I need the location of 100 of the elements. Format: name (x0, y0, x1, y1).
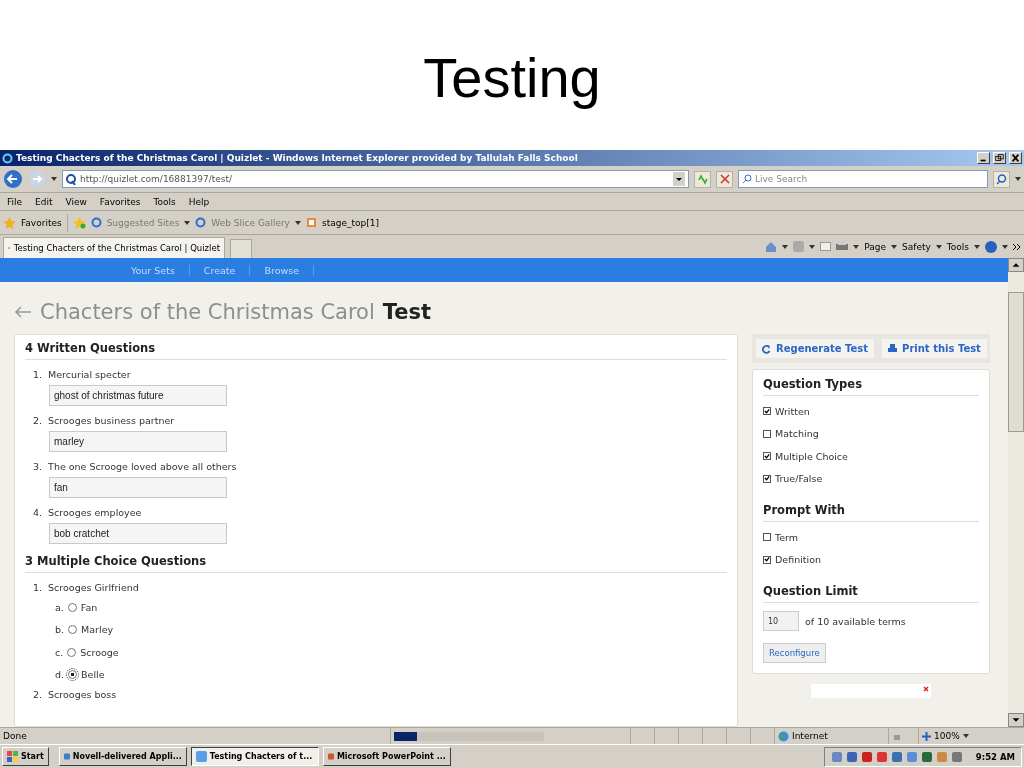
print-icon (888, 344, 898, 353)
checkbox[interactable] (763, 407, 771, 416)
slide-title: Testing (422, 44, 602, 111)
radio-button[interactable] (67, 647, 77, 657)
question-number: 1. (33, 369, 43, 380)
start-button[interactable]: Start (2, 747, 49, 766)
windows-flag-icon (7, 751, 18, 762)
close-icon (719, 174, 730, 184)
caret-icon (184, 220, 191, 225)
checkbox[interactable] (763, 555, 771, 564)
taskbar-button[interactable]: Testing Chacters of t... (190, 747, 319, 766)
answer-field[interactable]: bob cratchet (49, 523, 227, 544)
star-icon (3, 216, 16, 229)
address-field[interactable]: http://quizlet.com/16881397/test/ (62, 170, 689, 188)
taskbar-button[interactable]: Novell-delivered Appli... (58, 747, 187, 766)
checkbox[interactable] (763, 452, 771, 461)
search-field[interactable]: Live Search (738, 170, 988, 188)
option-letter: b. (55, 624, 65, 636)
menu-item[interactable]: Edit (31, 196, 57, 207)
answer-field[interactable]: marley (49, 431, 227, 452)
browser-tab[interactable]: Testing Chacters of the Christmas Carol | Quizlet (3, 237, 225, 258)
dropdown-icon[interactable] (673, 172, 685, 186)
question-number: 1. (33, 582, 43, 593)
checkbox[interactable] (763, 474, 771, 483)
search-button[interactable] (993, 170, 1010, 188)
broken-image-icon (921, 684, 931, 694)
question-prompt: Scrooges Girlfriend (48, 582, 139, 593)
command-button[interactable]: Tools (946, 241, 969, 252)
stop-button[interactable] (716, 170, 733, 188)
command-button[interactable]: Safety (902, 241, 931, 252)
zoom-level[interactable]: 100% (934, 731, 960, 741)
question-prompt: Scrooges business partner (48, 415, 175, 426)
chevron-icon[interactable] (1013, 243, 1021, 250)
command-button[interactable]: Page (864, 241, 887, 252)
search-icon (742, 174, 752, 184)
menu-item[interactable]: Tools (149, 196, 180, 207)
menu-item[interactable]: Favorites (95, 196, 145, 207)
checkbox-label: Matching (775, 428, 819, 440)
radio-button[interactable] (68, 670, 78, 680)
checkbox-label: Written (775, 405, 810, 417)
question-prompt: The one Scrooge loved above all others (48, 461, 237, 472)
minimize-icon[interactable] (977, 152, 990, 164)
answer-field[interactable]: fan (49, 477, 227, 498)
print-button[interactable]: Print this Test (882, 339, 987, 358)
caret-icon (1015, 177, 1021, 181)
menu-item[interactable]: Help (184, 196, 214, 207)
back-icon[interactable] (3, 169, 23, 189)
option-label: Fan (80, 601, 98, 613)
search-icon (996, 173, 1007, 185)
checkbox[interactable] (763, 429, 771, 438)
favorites-link[interactable]: stage_top[1] (321, 217, 379, 228)
restore-icon[interactable] (993, 152, 1006, 164)
checkbox[interactable] (763, 533, 771, 542)
caret-icon (1002, 244, 1008, 249)
refresh-button[interactable] (694, 170, 711, 188)
radio-button[interactable] (68, 625, 78, 635)
answer-field[interactable]: ghost of christmas future (49, 385, 227, 406)
option-label: Belle (81, 669, 105, 681)
page-mode: Test (382, 300, 432, 324)
scroll-up-icon[interactable] (1008, 258, 1024, 272)
caret-icon (809, 244, 816, 249)
limit-field[interactable]: 10 (763, 611, 799, 631)
section-heading: Prompt With (763, 502, 979, 522)
caret-icon (935, 244, 942, 249)
home-icon[interactable] (765, 240, 778, 253)
limit-label: of 10 available terms (805, 615, 906, 627)
section-heading: 3 Multiple Choice Questions (25, 554, 727, 573)
close-icon[interactable] (1009, 152, 1022, 164)
caret-icon (891, 244, 898, 249)
question-prompt: Scrooges boss (48, 689, 117, 700)
caret-icon (962, 734, 969, 738)
checkbox-label: Definition (775, 554, 821, 566)
zoom-icon (922, 731, 931, 741)
caret-icon (853, 244, 860, 249)
regenerate-button[interactable]: Regenerate Test (756, 339, 875, 358)
section-heading: 4 Written Questions (25, 341, 727, 360)
section-heading: Question Limit (763, 583, 979, 603)
radio-button[interactable] (67, 602, 77, 612)
question-prompt: Mercurial specter (48, 369, 131, 380)
taskbar-button[interactable]: Microsoft PowerPoint ... (322, 747, 451, 766)
add-favorite-icon[interactable] (72, 216, 86, 229)
globe-icon (778, 730, 789, 742)
checkbox-label: Term (775, 531, 799, 543)
window-title: Testing Chacters of the Christmas Carol | Quizlet - Windows Internet Explorer provided by Tallulah Falls School (16, 153, 579, 163)
zone-label: Internet (792, 731, 828, 741)
favorites-button[interactable]: Favorites (21, 217, 62, 228)
caret-icon (782, 244, 789, 249)
print-icon[interactable] (836, 241, 849, 252)
section-heading: Question Types (763, 376, 979, 396)
menu-item[interactable]: View (61, 196, 91, 207)
status-text: Done (2, 731, 28, 741)
option-letter: a. (55, 601, 64, 613)
caret-icon (974, 244, 980, 249)
question-number: 2. (33, 689, 43, 700)
back-arrow-icon[interactable] (14, 305, 32, 319)
scrollbar[interactable] (1008, 258, 1024, 727)
question-number: 4. (33, 507, 43, 518)
menu-item[interactable]: File (3, 196, 27, 207)
reconfigure-button[interactable]: Reconfigure (763, 643, 826, 663)
scroll-down-icon[interactable] (1008, 713, 1024, 727)
